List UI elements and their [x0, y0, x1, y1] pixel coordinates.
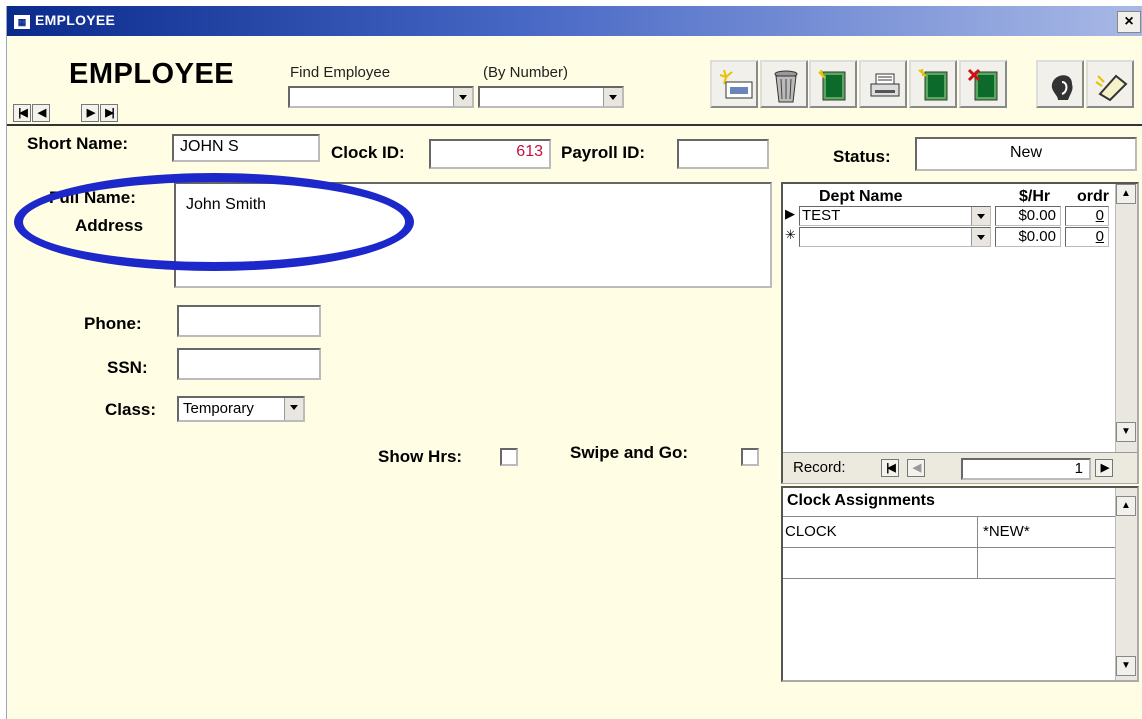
column-divider — [977, 517, 978, 547]
record-label: Record: — [793, 459, 846, 476]
status-label: Status: — [833, 147, 891, 166]
record-number-field[interactable]: 1 — [961, 458, 1091, 480]
chevron-down-icon[interactable] — [971, 207, 990, 225]
clear-button[interactable] — [1086, 60, 1134, 108]
face-icon — [1051, 75, 1073, 100]
new-record-icon — [719, 69, 753, 99]
status-field: New — [915, 137, 1137, 171]
rate-header: $/Hr — [1019, 188, 1051, 205]
form-icon: ▦ — [13, 14, 31, 30]
show-hrs-checkbox[interactable] — [500, 448, 518, 466]
by-number-combo[interactable] — [478, 86, 624, 108]
table-row[interactable]: CLOCK *NEW* — [783, 517, 1117, 548]
clock-header-row: Clock Assignments — [783, 488, 1117, 517]
delete-book-button[interactable] — [959, 60, 1007, 108]
payroll-id-field[interactable] — [677, 139, 769, 169]
last-record-button[interactable]: ▶| — [100, 104, 118, 122]
chevron-down-icon[interactable] — [603, 88, 622, 106]
class-select[interactable]: Temporary — [177, 396, 305, 422]
order-header: ordr — [1077, 188, 1109, 205]
chevron-down-icon[interactable] — [971, 228, 990, 246]
record-navigator: Record: |◀ ◀ 1 ▶ — [783, 452, 1137, 483]
scroll-down-icon[interactable]: ▼ — [1116, 656, 1136, 676]
show-hrs-label: Show Hrs: — [378, 447, 463, 466]
eraser-icon — [1095, 74, 1128, 102]
clock-assignments-subform: Clock Assignments CLOCK *NEW* ▲ ▼ — [781, 486, 1139, 682]
first-record-button[interactable]: |◀ — [881, 459, 899, 477]
by-number-label: (By Number) — [483, 64, 569, 81]
printer-icon — [870, 73, 900, 97]
find-employee-label: Find Employee — [290, 64, 391, 81]
phone-label: Phone: — [84, 314, 142, 333]
form-title: EMPLOYEE — [69, 58, 235, 90]
rate-field[interactable]: $0.00 — [995, 227, 1061, 247]
dept-scrollbar[interactable]: ▲ ▼ — [1115, 184, 1137, 454]
employee-window: ▦ EMPLOYEE × EMPLOYEE Find Employee (By … — [6, 6, 1142, 719]
class-label: Class: — [105, 400, 157, 419]
full-name-address-field[interactable]: John Smith — [174, 182, 772, 288]
dept-select[interactable]: TEST — [799, 206, 991, 226]
find-employee-combo[interactable] — [288, 86, 474, 108]
prev-record-button[interactable]: ◀ — [32, 104, 50, 122]
class-value: Temporary — [183, 400, 254, 417]
payroll-id-label: Payroll ID: — [561, 143, 646, 162]
clock-value-cell: *NEW* — [983, 523, 1030, 540]
short-name-field[interactable]: JOHN S — [172, 134, 320, 162]
delete-book-icon — [967, 68, 998, 101]
title-bar: ▦ EMPLOYEE × — [7, 6, 1142, 36]
current-row-marker: ▶ — [785, 206, 795, 221]
print-button[interactable] — [859, 60, 907, 108]
scroll-up-icon[interactable]: ▲ — [1116, 184, 1136, 204]
swipe-and-go-checkbox[interactable] — [741, 448, 759, 466]
add-book-button[interactable] — [909, 60, 957, 108]
first-record-button[interactable]: |◀ — [13, 104, 31, 122]
chevron-down-icon[interactable] — [284, 398, 303, 420]
order-field[interactable]: 0 — [1065, 206, 1109, 226]
dept-value: TEST — [802, 207, 841, 224]
clock-id-field[interactable]: 613 — [429, 139, 551, 169]
window-title: EMPLOYEE — [35, 12, 116, 28]
table-row[interactable] — [783, 548, 1117, 579]
book-icon — [818, 69, 846, 101]
prev-record-button[interactable]: ◀ — [907, 459, 925, 477]
short-name-label: Short Name: — [27, 134, 129, 153]
rate-field[interactable]: $0.00 — [995, 206, 1061, 226]
trash-icon — [774, 70, 798, 103]
full-name-label: Full Name: — [49, 188, 136, 207]
dept-name-header: Dept Name — [819, 188, 903, 205]
form-header: EMPLOYEE Find Employee (By Number) |◀ ◀ … — [7, 36, 1142, 126]
phone-field[interactable] — [177, 305, 321, 337]
ssn-field[interactable] — [177, 348, 321, 380]
clock-id-label: Clock ID: — [331, 143, 405, 162]
clock-scrollbar[interactable]: ▲ ▼ — [1115, 488, 1137, 680]
chevron-down-icon[interactable] — [453, 88, 472, 106]
dept-subform: Dept Name $/Hr ordr ▶ TEST $0.00 0 ✳ $0.… — [781, 182, 1139, 484]
employee-photo-button[interactable] — [1036, 60, 1084, 108]
clock-assignments-header: Clock Assignments — [787, 492, 935, 509]
new-record-button[interactable] — [710, 60, 758, 108]
next-record-button[interactable]: ▶ — [81, 104, 99, 122]
new-row-marker: ✳ — [785, 227, 796, 242]
scroll-up-icon[interactable]: ▲ — [1116, 496, 1136, 516]
order-field[interactable]: 0 — [1065, 227, 1109, 247]
swipe-and-go-label: Swipe and Go: — [570, 443, 689, 462]
column-divider — [977, 548, 978, 578]
dept-select[interactable] — [799, 227, 991, 247]
clock-name-cell: CLOCK — [785, 523, 837, 540]
add-book-icon — [918, 68, 948, 101]
next-record-button[interactable]: ▶ — [1095, 459, 1113, 477]
close-button[interactable]: × — [1117, 11, 1141, 33]
scroll-down-icon[interactable]: ▼ — [1116, 422, 1136, 442]
address-label: Address — [75, 216, 144, 235]
delete-record-button[interactable] — [760, 60, 808, 108]
ssn-label: SSN: — [107, 358, 148, 377]
report-button[interactable] — [809, 60, 857, 108]
